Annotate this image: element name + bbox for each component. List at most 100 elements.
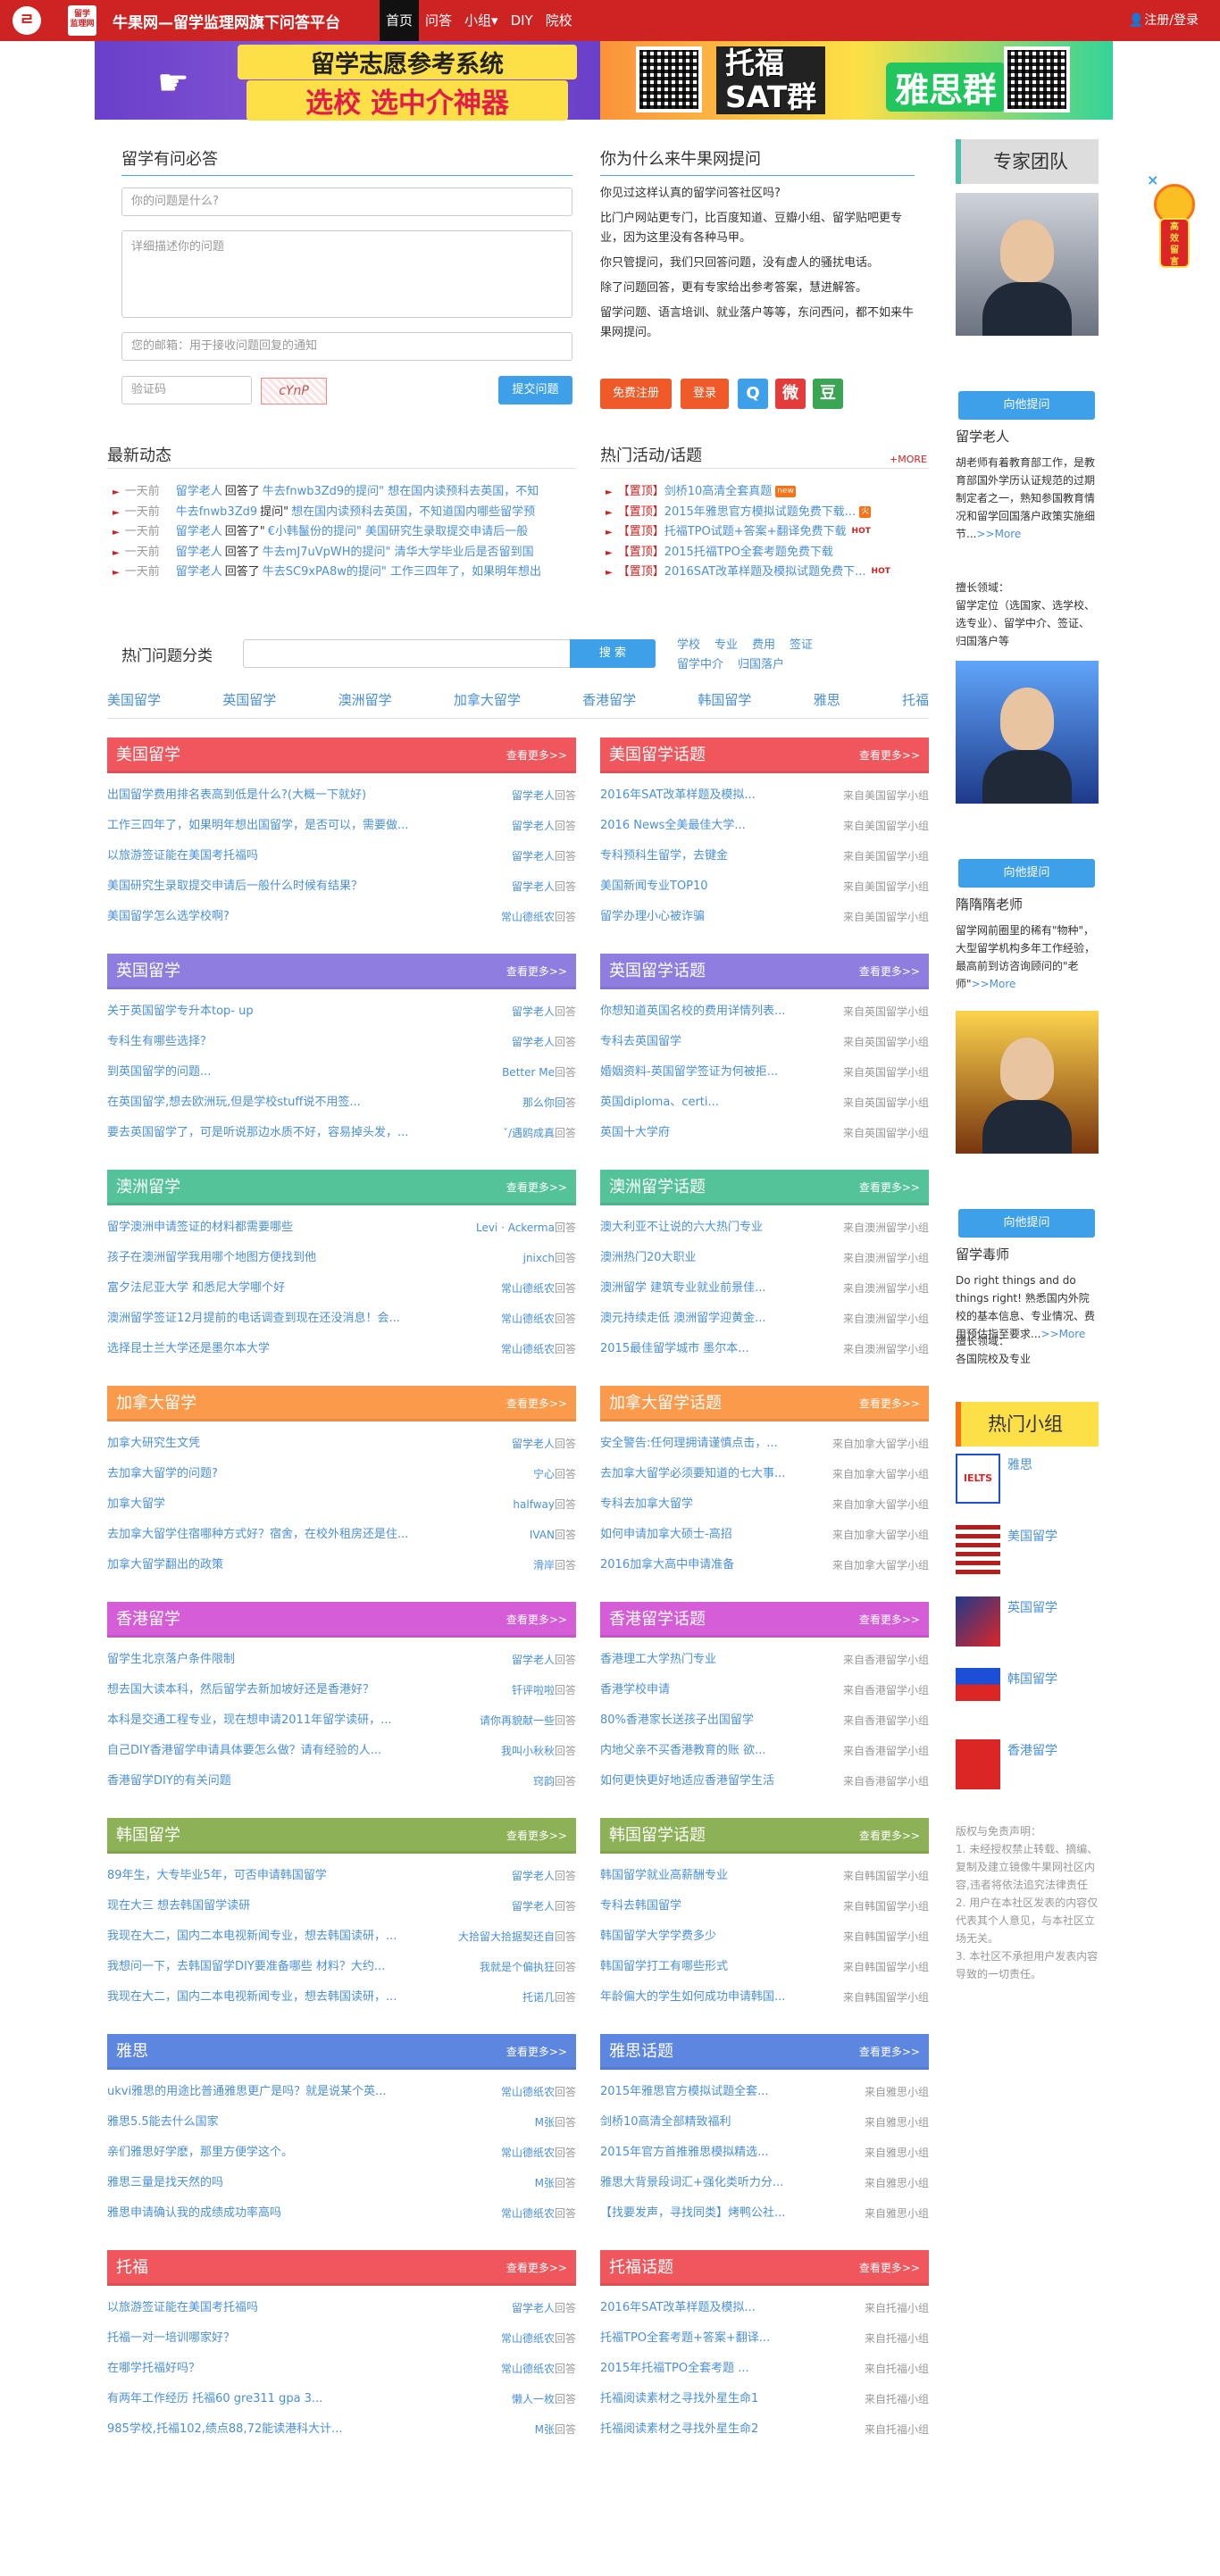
panel-title[interactable]: 雅思话题 (609, 2042, 673, 2061)
panel-more-link[interactable]: 查看更多>> (859, 1602, 920, 1638)
login-button[interactable]: 登录 (681, 379, 729, 409)
list-item-title[interactable]: 2016年SAT改革样题及模拟... (600, 780, 843, 811)
list-item-title[interactable]: 要去英国留学了，可是听说那边水质不好，容易掉头发，... (107, 1118, 503, 1148)
list-item-author[interactable]: 来自雅思小组 (865, 2107, 929, 2138)
panel-more-link[interactable]: 查看更多>> (859, 1170, 920, 1205)
author-name[interactable]: 留学老人 (512, 880, 555, 893)
panel-title[interactable]: 托福 (116, 2258, 148, 2277)
list-item-title[interactable]: 美国新闻专业TOP10 (600, 871, 843, 902)
list-item-author[interactable]: 留学老人回答 (512, 1027, 576, 1057)
list-item-author[interactable]: 来自澳洲留学小组 (843, 1334, 929, 1364)
list-item-title[interactable]: 剑桥10高清全部精致福利 (600, 2107, 865, 2138)
group-name[interactable]: 美国留学 (1007, 1527, 1057, 1545)
country-tab[interactable]: 加拿大留学 (454, 690, 521, 709)
country-tab[interactable]: 托福 (902, 690, 929, 709)
list-item-author[interactable]: Levi · Ackerma回答 (476, 1213, 576, 1243)
panel-more-link[interactable]: 查看更多>> (859, 2250, 920, 2286)
author-name[interactable]: 托诺几 (522, 1991, 555, 2004)
list-item-author[interactable]: 我叫小秋秋回答 (501, 1736, 576, 1766)
author-name[interactable]: 留学老人 (512, 1900, 555, 1913)
list-item-title[interactable]: 【找要发声，寻找同类】烤鸭公社... (600, 2198, 865, 2229)
author-name[interactable]: Levi · Ackerma (476, 1221, 555, 1234)
list-item-title[interactable]: 专科去加拿大留学 (600, 1489, 832, 1520)
country-tab[interactable]: 韩国留学 (698, 690, 751, 709)
author-name[interactable]: 来自托福小组 (865, 2302, 929, 2314)
panel-title[interactable]: 英国留学话题 (609, 962, 706, 980)
author-name[interactable]: 来自韩国留学小组 (843, 1991, 929, 2004)
panel-more-link[interactable]: 查看更多>> (859, 954, 920, 989)
author-name[interactable]: 常山德纸农 (501, 2363, 555, 2375)
category-search-button[interactable]: 搜 索 (570, 639, 656, 668)
list-item-author[interactable]: M张回答 (535, 2107, 576, 2138)
list-item-author[interactable]: 来自加拿大留学小组 (832, 1489, 929, 1520)
banner-groups[interactable]: 托福 SAT群 雅思群 (600, 41, 1113, 120)
latest-question[interactable]: 的提问" 美国研究生录取提交申请后一般 (322, 525, 528, 538)
cat-link-major[interactable]: 专业 (714, 638, 738, 652)
author-name[interactable]: 来自韩国留学小组 (843, 1870, 929, 1882)
latest-user[interactable]: 留学老人 (176, 546, 222, 559)
list-item-title[interactable]: 韩国留学就业高薪酬专业 (600, 1861, 843, 1891)
panel-title[interactable]: 澳洲留学 (116, 1178, 180, 1196)
panel-title[interactable]: 香港留学 (116, 1610, 180, 1629)
author-name[interactable]: 常山德纸农 (501, 2086, 555, 2098)
list-item-title[interactable]: 80%香港家长送孩子出国留学 (600, 1705, 843, 1736)
weibo-login-icon[interactable]: 微 (775, 379, 806, 409)
panel-more-link[interactable]: 查看更多>> (506, 1602, 567, 1638)
author-name[interactable]: 来自美国留学小组 (843, 880, 929, 893)
list-item-author[interactable]: jnixch回答 (523, 1243, 576, 1273)
latest-asker[interactable]: 牛去mJ7uVpWH (263, 546, 351, 559)
author-name[interactable]: 来自英国留学小组 (843, 1127, 929, 1139)
author-name[interactable]: 留学老人 (512, 1870, 555, 1882)
panel-more-link[interactable]: 查看更多>> (859, 1818, 920, 1854)
list-item-title[interactable]: 雅思大背景段词汇+强化类听力分... (600, 2168, 865, 2198)
list-item-title[interactable]: 2016 News全美最佳大学... (600, 811, 843, 841)
group-item[interactable]: 韩国留学 (956, 1668, 1099, 1718)
list-item-author[interactable]: 常山德纸农回答 (501, 2077, 576, 2107)
list-item-title[interactable]: 英国diploma、certi... (600, 1088, 843, 1118)
list-item-author[interactable]: 来自澳洲留学小组 (843, 1243, 929, 1273)
list-item-title[interactable]: 去加拿大留学住宿哪种方式好？宿舍，在校外租房还是住... (107, 1520, 530, 1550)
hot-topic-link[interactable]: 托福TPO试题+答案+翻译免费下载 (664, 525, 847, 538)
list-item-author[interactable]: 来自英国留学小组 (843, 1118, 929, 1148)
panel-title[interactable]: 托福话题 (609, 2258, 673, 2277)
author-name[interactable]: 那么你回 (522, 1096, 565, 1109)
nav-qa[interactable]: 问答 (419, 0, 458, 41)
list-item-title[interactable]: 澳元持续走低 澳洲留学迎黄金... (600, 1304, 843, 1334)
list-item-author[interactable]: 来自韩国留学小组 (843, 1891, 929, 1922)
author-name[interactable]: 来自香港留学小组 (843, 1684, 929, 1696)
hot-more-link[interactable]: +MORE (890, 454, 927, 465)
list-item-author[interactable]: IVAN回答 (530, 1520, 576, 1550)
list-item-title[interactable]: 去加拿大留学必须要知道的七大事... (600, 1459, 832, 1489)
panel-title[interactable]: 加拿大留学话题 (609, 1394, 722, 1413)
author-name[interactable]: 来自韩国留学小组 (843, 1900, 929, 1913)
list-item-author[interactable]: 留学老人回答 (512, 2293, 576, 2323)
panel-more-link[interactable]: 查看更多>> (506, 954, 567, 989)
group-item[interactable]: 英国留学 (956, 1596, 1099, 1646)
list-item-title[interactable]: 2016年SAT改革样题及模拟... (600, 2293, 865, 2323)
list-item-title[interactable]: 美国研究生录取提交申请后一般什么时候有结果？ (107, 871, 512, 902)
list-item-author[interactable]: 留学老人回答 (512, 811, 576, 841)
panel-more-link[interactable]: 查看更多>> (859, 1386, 920, 1421)
latest-user[interactable]: 留学老人 (176, 565, 222, 579)
list-item-author[interactable]: 留学老人回答 (512, 1429, 576, 1459)
list-item-title[interactable]: 加拿大留学翻出的政策 (107, 1550, 533, 1580)
list-item-title[interactable]: 我想问一下，去韩国留学DIY要准备哪些 材料？大约... (107, 1952, 480, 1982)
author-name[interactable]: 来自托福小组 (865, 2423, 929, 2436)
list-item-author[interactable]: 常山德纸农回答 (501, 1273, 576, 1304)
list-item-author[interactable]: 来自托福小组 (865, 2414, 929, 2445)
list-item-title[interactable]: ukvi雅思的用途比普通雅思更广是吗？就是说某个英... (107, 2077, 501, 2107)
list-item-title[interactable]: 香港留学DIY的有关问题 (107, 1766, 533, 1797)
panel-more-link[interactable]: 查看更多>> (506, 1170, 567, 1205)
author-name[interactable]: 来自雅思小组 (865, 2116, 929, 2129)
list-item-author[interactable]: 留学老人回答 (512, 841, 576, 871)
panel-title[interactable]: 美国留学话题 (609, 746, 706, 764)
list-item-title[interactable]: 韩国留学大学学费多少 (600, 1922, 843, 1952)
list-item-title[interactable]: 想去国大读本科，然后留学去新加坡好还是香港好？ (107, 1675, 512, 1705)
author-name[interactable]: 来自英国留学小组 (843, 1036, 929, 1048)
list-item-title[interactable]: 澳洲热门20大职业 (600, 1243, 843, 1273)
panel-title[interactable]: 美国留学 (116, 746, 180, 764)
author-name[interactable]: 来自雅思小组 (865, 2086, 929, 2098)
list-item-author[interactable]: 来自澳洲留学小组 (843, 1304, 929, 1334)
list-item-author[interactable]: 来自雅思小组 (865, 2198, 929, 2229)
country-tab[interactable]: 雅思 (814, 690, 840, 709)
